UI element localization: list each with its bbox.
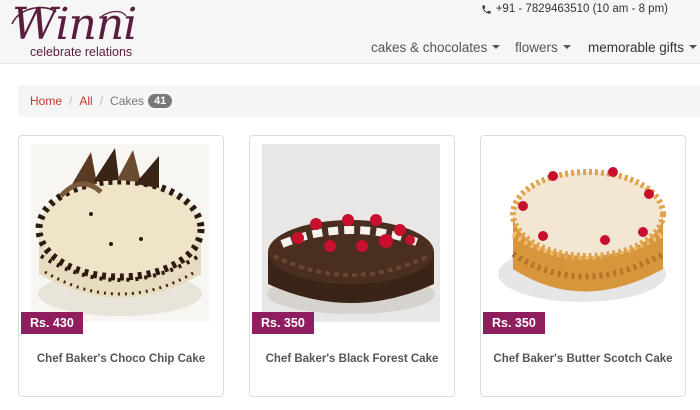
breadcrumb-separator: /	[99, 94, 104, 108]
breadcrumb-separator: /	[69, 94, 73, 108]
product-name[interactable]: Chef Baker's Butter Scotch Cake	[481, 353, 685, 365]
chevron-down-icon	[689, 45, 698, 50]
product-image-choco-chip-cake[interactable]	[31, 144, 209, 322]
nav-flowers[interactable]: flowers	[515, 40, 571, 55]
contact-info: +91 - 7829463510 (10 am - 8 pm)	[481, 3, 668, 15]
nav-label: flowers	[515, 40, 558, 55]
product-card[interactable]: Rs. 350 Chef Baker's Black Forest Cake	[249, 135, 455, 397]
breadcrumb-all[interactable]: All	[79, 94, 92, 108]
chevron-down-icon	[562, 45, 571, 50]
product-card[interactable]: Rs. 430 Chef Baker's Choco Chip Cake	[18, 135, 224, 397]
phone-icon	[482, 4, 491, 14]
price-badge: Rs. 430	[21, 312, 83, 334]
price-badge: Rs. 350	[483, 312, 545, 334]
product-name[interactable]: Chef Baker's Choco Chip Cake	[19, 353, 223, 365]
nav-cakes-chocolates[interactable]: cakes & chocolates	[371, 40, 501, 55]
product-image-butter-scotch-cake[interactable]	[493, 144, 671, 322]
product-card[interactable]: Rs. 350 Chef Baker's Butter Scotch Cake	[480, 135, 686, 397]
product-image-black-forest-cake[interactable]	[262, 144, 440, 322]
breadcrumb-current: Cakes	[110, 94, 145, 108]
nav-label: cakes & chocolates	[371, 40, 488, 55]
contact-phone-text: +91 - 7829463510 (10 am - 8 pm)	[495, 3, 668, 15]
breadcrumb-home[interactable]: Home	[30, 94, 62, 108]
product-name[interactable]: Chef Baker's Black Forest Cake	[250, 353, 454, 365]
price-badge: Rs. 350	[252, 312, 314, 334]
nav-label: memorable gifts	[588, 40, 685, 55]
site-header: Winni celebrate relations +91 - 78294635…	[0, 0, 700, 64]
main-nav: cakes & chocolates flowers memorable gif…	[0, 40, 700, 58]
breadcrumb: Home / All / Cakes 41	[18, 85, 700, 117]
nav-memorable-gifts[interactable]: memorable gifts	[588, 40, 698, 55]
chevron-down-icon	[492, 45, 501, 50]
product-count-badge: 41	[148, 94, 173, 108]
